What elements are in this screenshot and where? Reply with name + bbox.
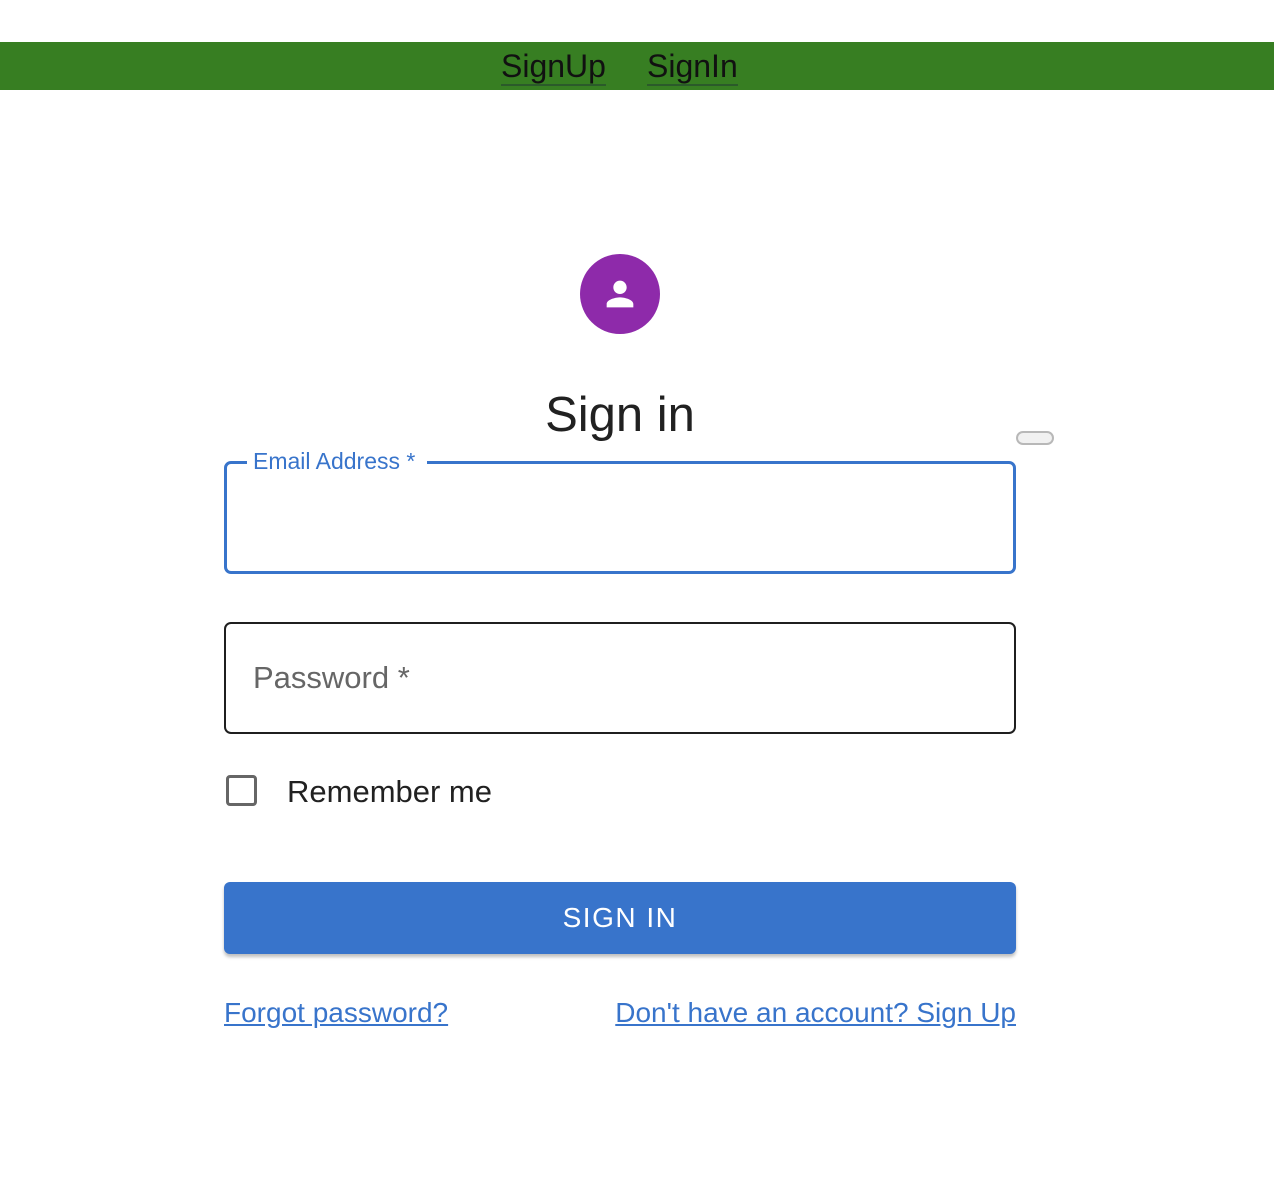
email-field-label: Email Address * xyxy=(247,447,428,475)
forgot-password-link[interactable]: Forgot password? xyxy=(224,996,448,1030)
page-title: Sign in xyxy=(545,387,695,442)
sign-up-link[interactable]: Don't have an account? Sign Up xyxy=(615,996,1016,1030)
person-icon xyxy=(606,280,634,308)
remember-me-checkbox[interactable] xyxy=(226,775,257,806)
toggle-pill[interactable] xyxy=(1016,431,1054,445)
email-field[interactable]: Email Address * xyxy=(224,447,1016,574)
password-field[interactable]: Password * xyxy=(224,622,1016,734)
password-input[interactable] xyxy=(254,658,974,698)
nav-signin-link[interactable]: SignIn xyxy=(647,48,738,86)
nav-signup-link[interactable]: SignUp xyxy=(501,48,606,86)
top-navigation-bar: SignUp SignIn xyxy=(0,42,1274,90)
remember-me-label[interactable]: Remember me xyxy=(287,774,492,810)
avatar xyxy=(580,254,660,334)
sign-in-button[interactable]: SIGN IN xyxy=(224,882,1016,954)
email-input[interactable] xyxy=(255,498,975,538)
